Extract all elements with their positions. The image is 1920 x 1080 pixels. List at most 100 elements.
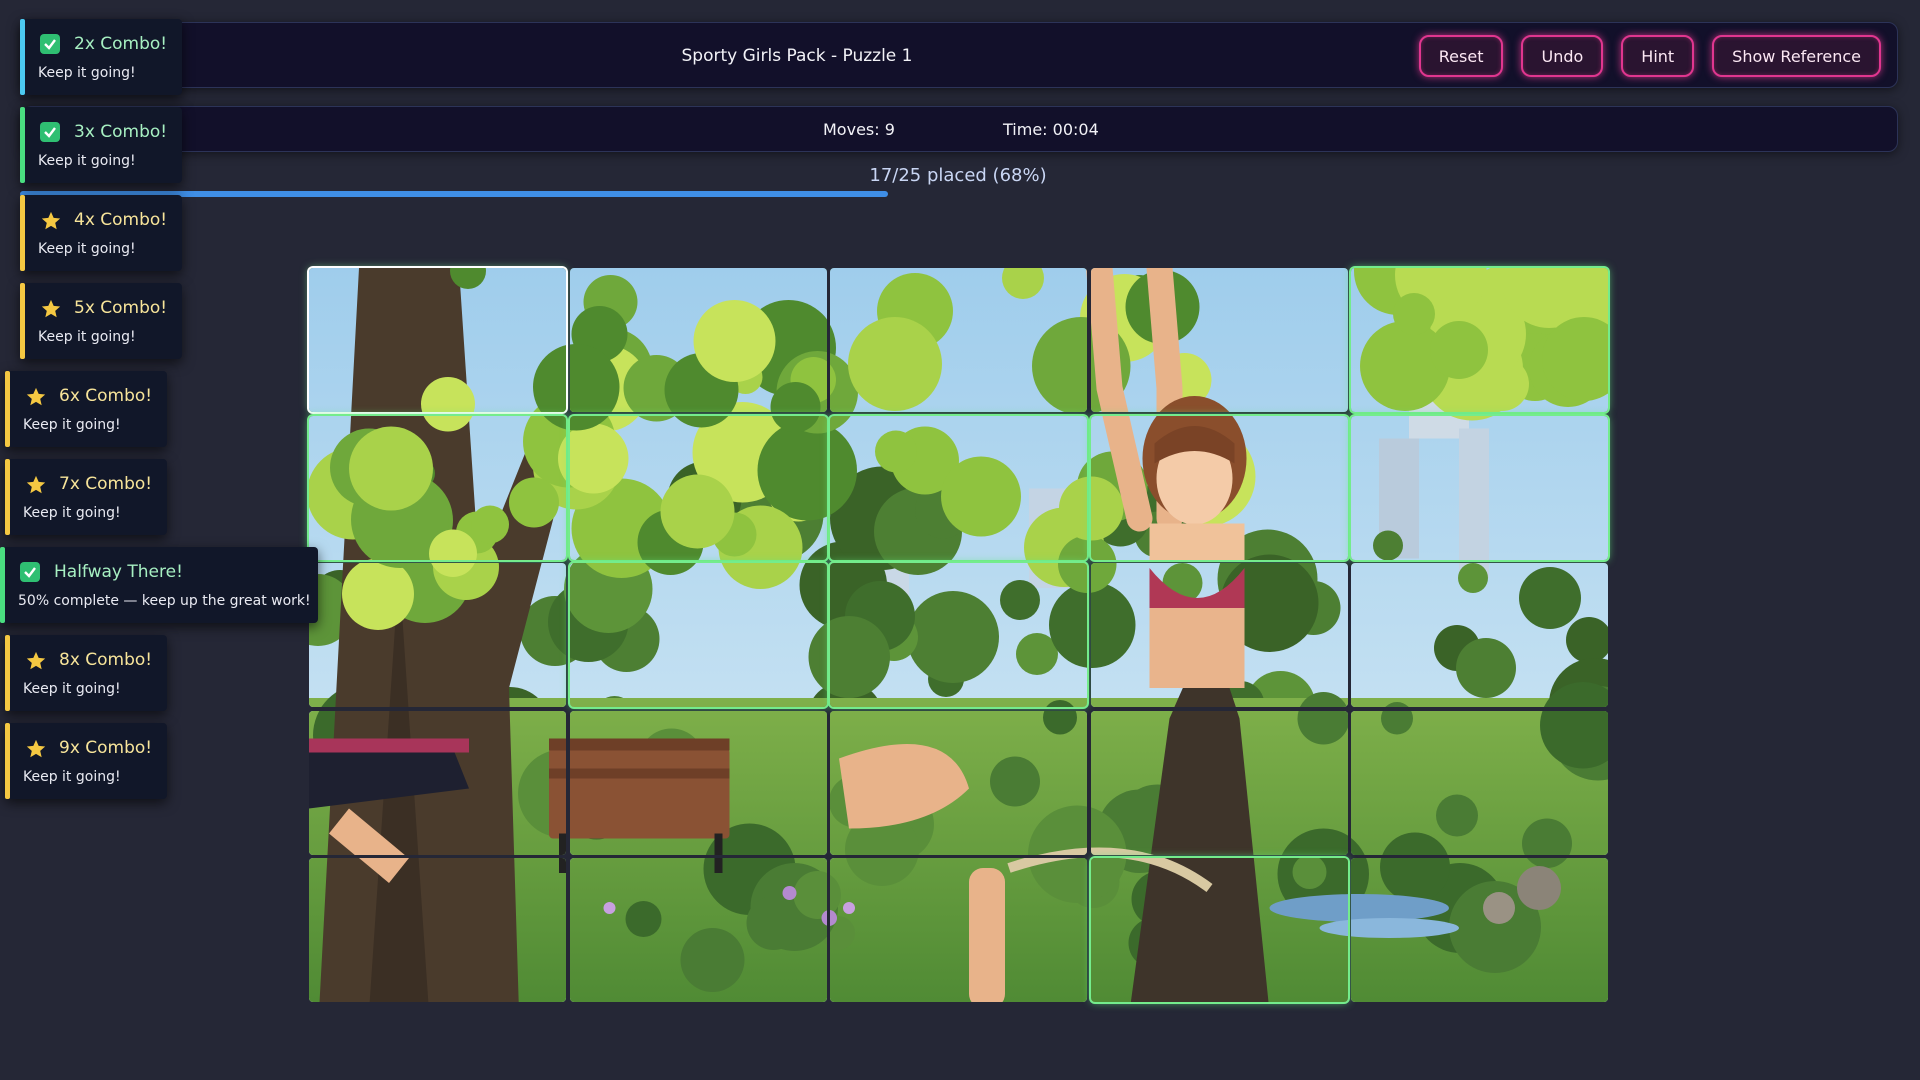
star-icon [25,738,45,758]
toast-message: Keep it going! [23,681,121,697]
puzzle-tile[interactable] [309,711,566,855]
star-icon [25,386,45,406]
puzzle-tile[interactable] [1091,858,1348,1002]
puzzle-tile[interactable] [570,563,827,707]
combo-toast: 9x Combo! Keep it going! [5,723,167,799]
action-buttons: Reset Undo Hint Show Reference [1419,35,1881,77]
puzzle-tile[interactable] [309,416,566,560]
toast-title: 3x Combo! [74,122,167,142]
toast-accent-bar [0,547,5,623]
puzzle-tile[interactable] [570,268,827,412]
check-icon [40,122,60,142]
tile-image [570,416,827,560]
tile-image [570,711,827,855]
puzzle-tile[interactable] [570,711,827,855]
tile-image [570,858,827,1002]
toast-message: Keep it going! [38,329,136,345]
puzzle-tile[interactable] [309,563,566,707]
toast-message: Keep it going! [38,153,136,169]
undo-button[interactable]: Undo [1521,35,1603,77]
tile-image [1091,416,1348,560]
toast-title: 8x Combo! [59,650,152,670]
puzzle-tile[interactable] [1351,416,1608,560]
puzzle-tile[interactable] [1091,416,1348,560]
puzzle-tile[interactable] [830,268,1087,412]
puzzle-tile[interactable] [1351,563,1608,707]
tile-image [1351,563,1608,707]
tile-image [309,711,566,855]
puzzle-tile[interactable] [570,858,827,1002]
toast-accent-bar [20,19,25,95]
tile-image [1351,268,1608,412]
tile-image [830,858,1087,1002]
check-icon [20,562,40,582]
toast-accent-bar [5,723,10,799]
puzzle-tile[interactable] [1351,858,1608,1002]
puzzle-tile[interactable] [570,416,827,560]
check-icon [40,34,60,54]
puzzle-board [309,268,1607,1006]
toast-message: 50% complete — keep up the great work! [18,593,311,609]
toast-title: 2x Combo! [74,34,167,54]
tile-image [309,416,566,560]
puzzle-tile[interactable] [309,268,566,412]
toast-message: Keep it going! [23,505,121,521]
puzzle-tile[interactable] [1091,711,1348,855]
toast-title: Halfway There! [54,562,183,582]
toast-accent-bar [5,371,10,447]
tile-image [1091,563,1348,707]
timer: Time: 00:04 [1003,120,1099,139]
toast-message: Keep it going! [38,65,136,81]
combo-toast: 3x Combo! Keep it going! [20,107,182,183]
tile-image [1091,268,1348,412]
toast-message: Keep it going! [23,417,121,433]
toast-accent-bar [5,635,10,711]
tile-image [830,563,1087,707]
toast-title: 7x Combo! [59,474,152,494]
tile-image [1351,711,1608,855]
puzzle-tile[interactable] [1091,563,1348,707]
reset-button[interactable]: Reset [1419,35,1504,77]
tile-image [1351,858,1608,1002]
toast-title: 6x Combo! [59,386,152,406]
tile-image [1351,416,1608,560]
combo-toast: 4x Combo! Keep it going! [20,195,182,271]
puzzle-tile[interactable] [830,416,1087,560]
puzzle-tile[interactable] [309,858,566,1002]
star-icon [40,210,60,230]
combo-toast: 5x Combo! Keep it going! [20,283,182,359]
tile-image [1091,858,1348,1002]
combo-toast: 6x Combo! Keep it going! [5,371,167,447]
tile-image [570,268,827,412]
toast-title: 9x Combo! [59,738,152,758]
puzzle-tile[interactable] [1351,268,1608,412]
star-icon [25,474,45,494]
tile-image [830,416,1087,560]
tile-image [309,563,566,707]
tile-image [309,858,566,1002]
toast-title: 4x Combo! [74,210,167,230]
puzzle-tile[interactable] [830,858,1087,1002]
combo-toast: 7x Combo! Keep it going! [5,459,167,535]
notification-stack: 2x Combo! Keep it going! 3x Combo! Keep … [0,0,340,1080]
toast-title: 5x Combo! [74,298,167,318]
combo-toast: 2x Combo! Keep it going! [20,19,182,95]
toast-message: Keep it going! [23,769,121,785]
puzzle-tile[interactable] [1091,268,1348,412]
star-icon [25,650,45,670]
toast-accent-bar [20,107,25,183]
hint-button[interactable]: Hint [1621,35,1694,77]
toast-message: Keep it going! [38,241,136,257]
toast-accent-bar [5,459,10,535]
toast-accent-bar [20,195,25,271]
puzzle-page: Sporty Girls Pack - Puzzle 1 Reset Undo … [0,0,1920,1080]
tile-image [309,268,566,412]
puzzle-tile[interactable] [830,563,1087,707]
puzzle-tile[interactable] [1351,711,1608,855]
show-reference-button[interactable]: Show Reference [1712,35,1881,77]
combo-toast: Halfway There! 50% complete — keep up th… [0,547,318,623]
tile-image [570,563,827,707]
combo-toast: 8x Combo! Keep it going! [5,635,167,711]
puzzle-tile[interactable] [830,711,1087,855]
toast-accent-bar [20,283,25,359]
